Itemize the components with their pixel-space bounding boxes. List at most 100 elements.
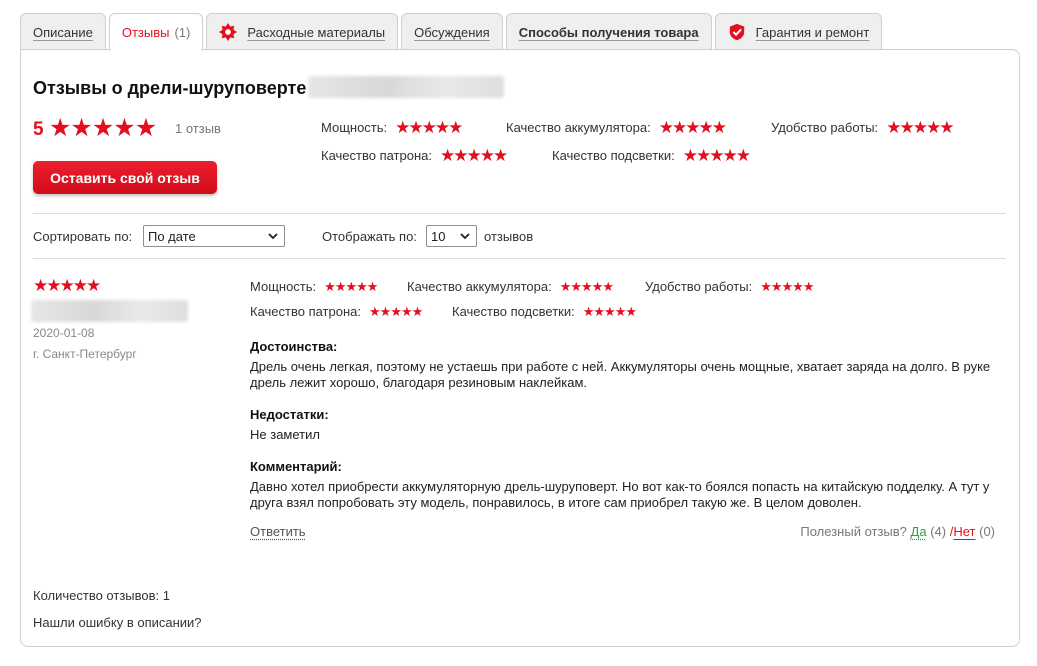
display-label: Отображать по:: [322, 229, 417, 244]
criterion-stars: ★★★★★: [560, 279, 614, 294]
title-text: Отзывы о дрели-шуруповерте: [33, 78, 307, 98]
criterion-label: Качество подсветки:: [552, 148, 675, 163]
star-icon: ★: [448, 118, 464, 137]
criterion-label: Удобство работы:: [645, 279, 753, 294]
cons-text: Не заметил: [250, 427, 320, 442]
criterion-chuck: Качество патрона: ★★★★★: [321, 146, 509, 165]
redacted-product-name: [308, 76, 505, 98]
pros-heading: Достоинства:: [250, 339, 338, 354]
criterion-stars: ★★★★★: [324, 279, 379, 294]
sort-label: Сортировать по:: [33, 229, 133, 244]
tab-reviews[interactable]: Отзывы (1): [108, 13, 204, 51]
criterion-light: Качество подсветки: ★★★★★: [552, 146, 751, 165]
page-size-value: 10: [431, 228, 446, 244]
tab-label: Описание: [33, 24, 93, 40]
leave-review-button[interactable]: Оставить свой отзыв: [33, 161, 217, 194]
tab-label: Гарантия и ремонт: [755, 24, 870, 40]
overall-stars: ★★★★★: [49, 114, 158, 142]
star-icon: ★: [939, 118, 955, 137]
criterion-stars: ★★★★★: [440, 146, 509, 165]
criterion-stars: ★★★★★: [886, 118, 955, 137]
pros-text: Дрель очень легкая, поэтому не устаешь п…: [250, 359, 991, 390]
review-comment: Комментарий: Давно хотел приобрести акку…: [250, 459, 1010, 511]
page-size-select[interactable]: 10: [426, 225, 477, 247]
shield-check-icon: [729, 23, 744, 41]
reply-link[interactable]: Ответить: [250, 524, 306, 539]
criterion-label: Качество патрона:: [321, 148, 432, 163]
cons-heading: Недостатки:: [250, 407, 329, 422]
tab-bar: Описание Отзывы (1) Расходные материалы …: [20, 13, 883, 51]
tab-label: Отзывы: [121, 25, 170, 40]
saw-blade-icon: [219, 23, 238, 41]
page-size-suffix: отзывов: [484, 229, 534, 244]
review-criterion-light: Качество подсветки: ★★★★★: [452, 304, 638, 319]
vote-yes-count: (4): [930, 524, 947, 539]
tab-warranty[interactable]: Гарантия и ремонт: [714, 13, 883, 50]
redacted-author-name: [31, 300, 188, 322]
criterion-stars: ★★★★★: [683, 146, 751, 165]
divider: [33, 213, 1006, 214]
criterion-label: Мощность:: [250, 279, 317, 294]
review-criterion-chuck: Качество патрона: ★★★★★: [250, 304, 424, 319]
chevron-down-icon: [460, 233, 470, 240]
vote-no-count: (0): [979, 524, 995, 539]
tab-delivery[interactable]: Способы получения товара: [505, 13, 712, 50]
divider: [33, 258, 1006, 259]
star-icon: ★: [802, 279, 815, 294]
review-city: г. Санкт-Петербург: [33, 347, 137, 361]
star-icon: ★: [86, 276, 102, 295]
star-icon: ★: [735, 146, 751, 165]
report-error-link[interactable]: Нашли ошибку в описании?: [33, 615, 202, 630]
vote-no-link[interactable]: Нет: [953, 524, 975, 539]
star-icon: ★: [70, 114, 93, 142]
tab-label: Способы получения товара: [518, 24, 699, 40]
criterion-label: Качество подсветки:: [452, 304, 575, 319]
review-criterion-battery: Качество аккумулятора: ★★★★★: [407, 279, 614, 294]
star-icon: ★: [711, 118, 727, 137]
criterion-stars: ★★★★★: [395, 118, 464, 137]
star-icon: ★: [366, 279, 379, 294]
criterion-usability: Удобство работы: ★★★★★: [771, 118, 955, 137]
star-icon: ★: [134, 114, 158, 142]
criterion-stars: ★★★★★: [583, 304, 638, 319]
useful-vote: Полезный отзыв? Да (4) /Нет (0): [800, 524, 995, 539]
vote-yes-link[interactable]: Да: [911, 524, 927, 539]
criterion-label: Качество патрона:: [250, 304, 361, 319]
criterion-label: Мощность:: [321, 120, 388, 135]
review-date: 2020-01-08: [33, 326, 95, 340]
comment-text: Давно хотел приобрести аккумуляторную др…: [250, 479, 990, 510]
star-icon: ★: [113, 114, 136, 142]
chevron-down-icon: [268, 233, 278, 240]
criterion-stars: ★★★★★: [760, 279, 815, 294]
star-icon: ★: [625, 304, 638, 319]
comment-heading: Комментарий:: [250, 459, 342, 474]
review-criterion-power: Мощность: ★★★★★: [250, 279, 379, 294]
tab-count: (1): [174, 25, 191, 40]
star-icon: ★: [91, 114, 115, 142]
tab-description[interactable]: Описание: [20, 13, 106, 50]
star-icon: ★: [493, 146, 509, 165]
criterion-stars: ★★★★★: [659, 118, 727, 137]
reviews-panel: Отзывы о дрели-шуруповерте 5 ★★★★★ 1 отз…: [20, 49, 1020, 647]
review-pros: Достоинства: Дрель очень легкая, поэтому…: [250, 339, 1010, 391]
star-icon: ★: [49, 114, 72, 142]
tab-consumables[interactable]: Расходные материалы: [206, 13, 399, 50]
review-stars: ★★★★★: [33, 276, 102, 295]
criterion-stars: ★★★★★: [369, 304, 424, 319]
star-icon: ★: [411, 304, 424, 319]
criterion-label: Качество аккумулятора:: [506, 120, 651, 135]
review-criterion-usability: Удобство работы: ★★★★★: [645, 279, 815, 294]
review-count: 1 отзыв: [175, 121, 221, 136]
sort-select[interactable]: По дате: [143, 225, 285, 247]
review-cons: Недостатки: Не заметил: [250, 407, 1010, 443]
total-reviews: Количество отзывов: 1: [33, 588, 170, 603]
star-icon: ★: [602, 279, 614, 294]
criterion-power: Мощность: ★★★★★: [321, 118, 464, 137]
useful-label: Полезный отзыв?: [800, 524, 907, 539]
criterion-label: Удобство работы:: [771, 120, 879, 135]
tab-discussions[interactable]: Обсуждения: [401, 13, 503, 50]
tab-label: Расходные материалы: [247, 24, 386, 40]
tab-label: Обсуждения: [414, 24, 490, 40]
overall-rating: 5: [33, 119, 44, 140]
criterion-battery: Качество аккумулятора: ★★★★★: [506, 118, 727, 137]
